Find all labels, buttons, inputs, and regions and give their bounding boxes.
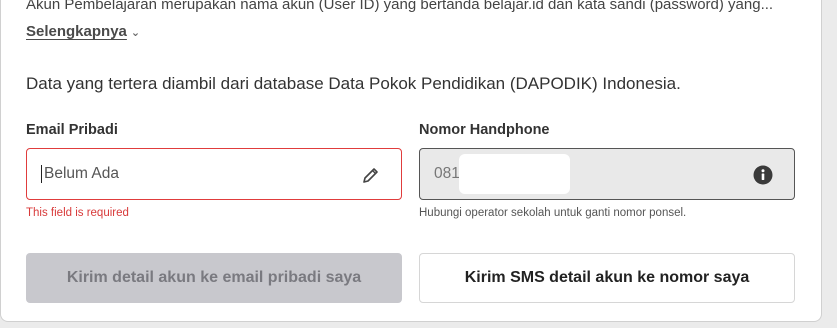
account-card: Akun Pembelajaran merupakan nama akun (U… (0, 0, 822, 322)
email-input[interactable]: Belum Ada (26, 148, 402, 200)
info-icon[interactable] (753, 165, 773, 185)
text-caret (41, 165, 42, 183)
email-placeholder: Belum Ada (44, 165, 119, 182)
read-more-link[interactable]: Selengkapnya ⌄ (26, 23, 140, 40)
email-field-label: Email Pribadi (26, 122, 118, 138)
page-background: Akun Pembelajaran merupakan nama akun (U… (0, 0, 837, 328)
account-intro-text: Akun Pembelajaran merupakan nama akun (U… (26, 0, 774, 13)
pencil-icon[interactable] (361, 165, 381, 185)
read-more-label: Selengkapnya (26, 23, 127, 40)
dapodik-notice: Data yang tertera diambil dari database … (26, 74, 681, 93)
send-email-button[interactable]: Kirim detail akun ke email pribadi saya (26, 253, 402, 303)
phone-input: 081 (419, 148, 795, 200)
chevron-down-icon: ⌄ (130, 27, 141, 39)
send-sms-button[interactable]: Kirim SMS detail akun ke nomor saya (419, 253, 795, 303)
phone-prefix: 081 (434, 165, 460, 182)
phone-field-label: Nomor Handphone (419, 122, 550, 138)
phone-hint-text: Hubungi operator sekolah untuk ganti nom… (419, 207, 687, 219)
email-error-message: This field is required (26, 207, 129, 219)
phone-number-redaction (459, 154, 570, 194)
